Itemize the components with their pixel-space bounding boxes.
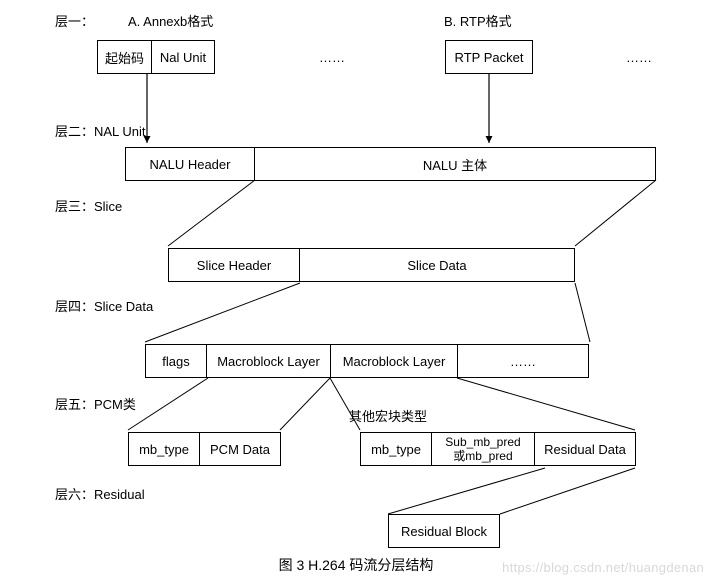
layer5-other-mb: 其他宏块类型 — [349, 406, 427, 425]
box-mb-type-right: mb_type — [360, 432, 432, 466]
layer4-label: 层四：Slice Data — [55, 296, 153, 315]
layer3-label: 层三：Slice — [55, 196, 122, 215]
layer1-b-title: B. RTP格式 — [444, 11, 512, 30]
box-mb-layer-2: Macroblock Layer — [330, 344, 458, 378]
box-slice-data: Slice Data — [299, 248, 575, 282]
box-nalu-body: NALU 主体 — [254, 147, 656, 181]
layer2-label: 层二：NAL Unit — [55, 121, 146, 140]
box-nal-unit: Nal Unit — [151, 40, 215, 74]
layer6-label: 层六：Residual — [55, 484, 145, 503]
box-start-code: 起始码 — [97, 40, 152, 74]
layer5-label: 层五：PCM类 — [55, 394, 136, 413]
box-mb-type-left: mb_type — [128, 432, 200, 466]
box-rtp-packet: RTP Packet — [445, 40, 533, 74]
box-sub-mb-pred: Sub_mb_pred 或mb_pred — [431, 432, 535, 466]
box-mb-ellipsis: …… — [457, 344, 589, 378]
box-slice-header: Slice Header — [168, 248, 300, 282]
box-residual-block: Residual Block — [388, 514, 500, 548]
box-pcm-data: PCM Data — [199, 432, 281, 466]
box-nalu-header: NALU Header — [125, 147, 255, 181]
box-flags: flags — [145, 344, 207, 378]
layer1-label: 层一： — [55, 11, 94, 30]
layer1-a-title: A. Annexb格式 — [128, 11, 213, 30]
layer1-ellipsis-a: …… — [319, 50, 345, 65]
layer1-ellipsis-b: …… — [626, 50, 652, 65]
box-mb-layer-1: Macroblock Layer — [206, 344, 331, 378]
watermark: https://blog.csdn.net/huangdenan — [502, 560, 704, 575]
box-residual-data: Residual Data — [534, 432, 636, 466]
